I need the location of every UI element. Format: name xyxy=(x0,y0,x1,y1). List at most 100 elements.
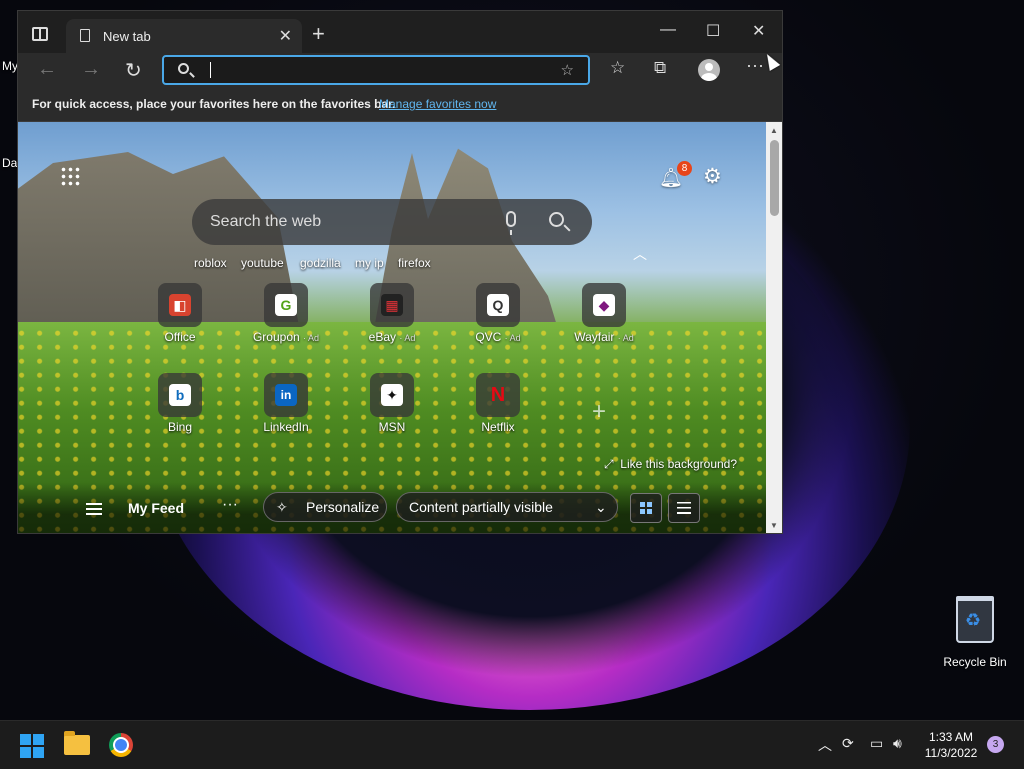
feed-more-button[interactable]: ··· xyxy=(222,496,238,514)
edge-browser-window: New tab ✕ + — ☐ ✕ ← → ↻ ☆ ☆ ⧉ ··· For qu… xyxy=(17,10,783,534)
qvc-icon: Q xyxy=(487,294,509,316)
quick-link-tile[interactable]: b Bing xyxy=(130,373,230,434)
search-icon[interactable] xyxy=(549,212,564,227)
tab-close-icon[interactable]: ✕ xyxy=(279,26,292,46)
desktop-icon-label-partial[interactable]: My xyxy=(2,59,18,73)
close-window-button[interactable]: ✕ xyxy=(752,21,765,41)
scroll-up-icon[interactable]: ▲ xyxy=(770,126,778,135)
scroll-down-icon[interactable]: ▼ xyxy=(770,521,778,530)
address-bar[interactable]: ☆ xyxy=(162,55,590,85)
quick-link-tile[interactable]: ◆ Wayfair · Ad xyxy=(554,283,654,344)
grid-icon xyxy=(640,502,652,514)
page-scrollbar[interactable]: ▲ ▼ xyxy=(766,122,782,533)
sync-icon[interactable]: ⟳ xyxy=(842,735,854,752)
favorites-bar-message: For quick access, place your favorites h… xyxy=(32,97,396,111)
tile-label: LinkedIn xyxy=(263,420,309,434)
profile-icon[interactable] xyxy=(698,59,720,81)
personalize-label: Personalize xyxy=(306,499,380,515)
quick-link-tile[interactable]: N Netflix xyxy=(448,373,548,434)
personalize-button[interactable]: ✧ Personalize xyxy=(263,492,387,522)
personalize-icon: ✧ xyxy=(276,499,288,515)
feed-bar: My Feed ··· ✧ Personalize Content partia… xyxy=(18,482,766,533)
collections-icon[interactable]: ⧉ xyxy=(654,58,666,78)
quick-link-tile[interactable]: G Groupon · Ad xyxy=(236,283,336,344)
netflix-icon: N xyxy=(490,384,506,406)
tile-label: Bing xyxy=(167,420,193,434)
more-icon[interactable]: ··· xyxy=(746,55,764,76)
recycle-bin-icon: ♻ xyxy=(956,596,994,643)
app-launcher-icon[interactable] xyxy=(60,166,80,186)
bing-icon: b xyxy=(169,384,191,406)
title-bar: New tab ✕ + — ☐ ✕ xyxy=(18,11,782,53)
menu-icon[interactable] xyxy=(86,503,102,515)
tab-new-tab[interactable]: New tab ✕ xyxy=(66,19,302,53)
quick-search-link[interactable]: godzilla xyxy=(300,256,341,270)
tile-label: Office xyxy=(164,330,196,344)
tab-actions-icon[interactable] xyxy=(32,27,48,41)
web-search-box[interactable] xyxy=(192,199,592,245)
chrome-icon[interactable] xyxy=(109,733,133,757)
office-icon: ◧ xyxy=(169,294,191,316)
quick-link-tile[interactable]: ▦ eBay · Ad xyxy=(342,283,442,344)
maximize-button[interactable]: ☐ xyxy=(706,21,720,41)
minimize-button[interactable]: — xyxy=(660,21,676,39)
wayfair-icon: ◆ xyxy=(593,294,615,316)
recycle-bin[interactable]: ♻ Recycle Bin xyxy=(942,596,1008,669)
settings-gear-icon[interactable]: ⚙ xyxy=(703,164,722,189)
list-view-button[interactable] xyxy=(668,493,700,523)
clock-date: 11/3/2022 xyxy=(924,746,978,760)
notification-count-badge: 8 xyxy=(677,161,692,176)
like-background-label: Like this background? xyxy=(620,457,738,471)
like-background-link[interactable]: ⤢ Like this background? xyxy=(604,457,737,472)
desktop-icon-label-partial[interactable]: Da xyxy=(2,156,17,170)
add-site-button[interactable]: + xyxy=(592,398,606,426)
clock-time: 1:33 AM xyxy=(928,730,974,744)
taskbar: ︿ ⟳ ▭ 🔊︎ 1:33 AM 11/3/2022 3 xyxy=(0,720,1024,769)
page-icon xyxy=(80,29,90,42)
content-visibility-value: Content partially visible xyxy=(409,499,553,515)
search-icon xyxy=(178,63,189,74)
volume-icon[interactable]: 🔊︎ xyxy=(893,735,902,752)
file-explorer-icon[interactable] xyxy=(64,731,90,755)
add-favorite-icon[interactable]: ☆ xyxy=(561,61,574,79)
tile-label: QVC xyxy=(475,330,502,344)
recycle-bin-label: Recycle Bin xyxy=(943,655,1007,669)
tab-title: New tab xyxy=(103,29,151,44)
chevron-up-icon[interactable]: ︿ xyxy=(633,244,647,264)
grid-view-button[interactable] xyxy=(630,493,662,523)
tile-label: Groupon xyxy=(252,330,300,344)
manage-favorites-link[interactable]: Manage favorites now xyxy=(379,97,496,111)
notification-badge[interactable]: 3 xyxy=(987,736,1004,753)
show-hidden-icons-chevron[interactable]: ︿ xyxy=(818,735,832,755)
quick-link-tile[interactable]: ◧ Office xyxy=(130,283,230,344)
new-tab-button[interactable]: + xyxy=(312,23,325,45)
content-visibility-dropdown[interactable]: Content partially visible ⌄ xyxy=(396,492,618,522)
tile-label: Wayfair xyxy=(574,330,615,344)
list-icon xyxy=(677,502,691,514)
msn-icon: ✦ xyxy=(381,384,403,406)
network-icon[interactable]: ▭ xyxy=(870,735,883,752)
favorites-icon[interactable]: ☆ xyxy=(610,58,625,78)
quick-search-link[interactable]: my ip xyxy=(355,256,384,270)
linkedin-icon: in xyxy=(275,384,297,406)
clock[interactable]: 1:33 AM 11/3/2022 xyxy=(918,729,984,761)
scrollbar-thumb[interactable] xyxy=(770,140,779,216)
forward-button[interactable]: → xyxy=(81,58,101,81)
ad-label: · Ad xyxy=(399,333,416,343)
back-button[interactable]: ← xyxy=(37,58,57,81)
quick-search-link[interactable]: firefox xyxy=(398,256,431,270)
quick-search-link[interactable]: youtube xyxy=(241,256,284,270)
web-search-input[interactable] xyxy=(208,212,492,232)
address-input[interactable] xyxy=(206,61,550,81)
tile-label: eBay xyxy=(368,330,396,344)
my-feed-title[interactable]: My Feed xyxy=(128,500,184,516)
start-button[interactable] xyxy=(20,734,44,758)
microphone-icon[interactable] xyxy=(506,211,516,235)
quick-link-tile[interactable]: in LinkedIn xyxy=(236,373,336,434)
quick-link-tile[interactable]: Q QVC · Ad xyxy=(448,283,548,344)
quick-search-link[interactable]: roblox xyxy=(194,256,227,270)
ebay-icon: ▦ xyxy=(381,294,403,316)
ad-label: · Ad xyxy=(617,333,634,343)
quick-link-tile[interactable]: ✦ MSN xyxy=(342,373,442,434)
refresh-button[interactable]: ↻ xyxy=(125,58,142,83)
